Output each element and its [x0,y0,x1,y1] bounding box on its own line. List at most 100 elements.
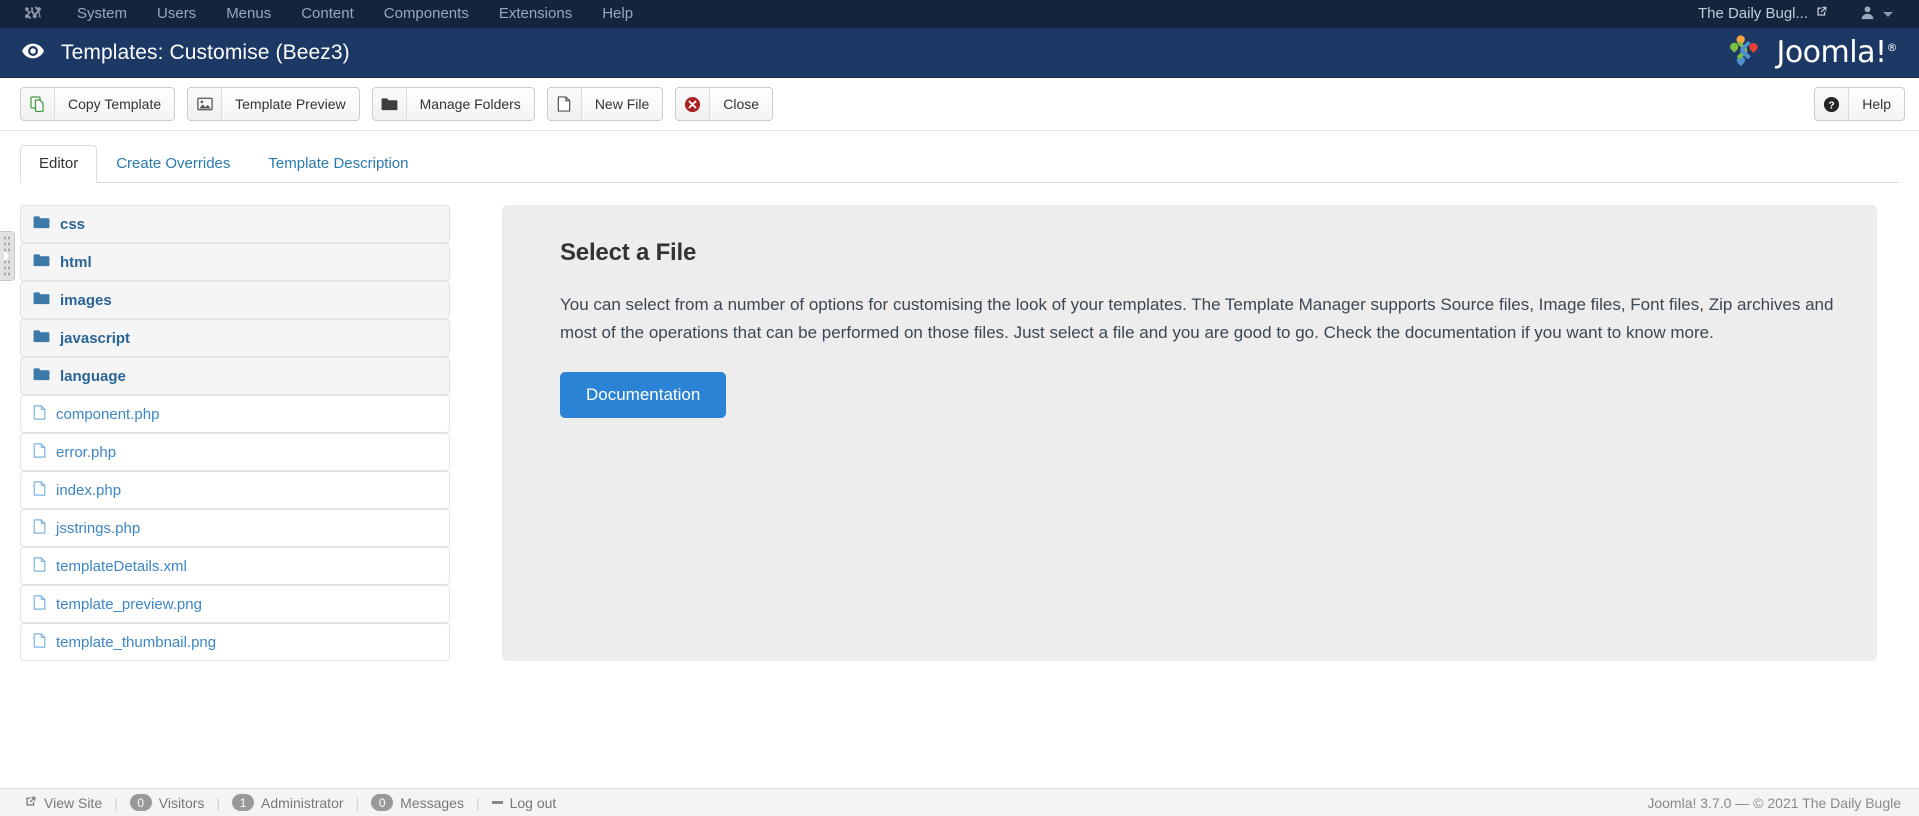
logout-button[interactable]: Log out [480,795,569,811]
admin-navbar: System Users Menus Content Components Ex… [0,0,1919,28]
joomla-brand-logo[interactable]: Joomla!® [1722,28,1905,77]
site-name-link[interactable]: The Daily Bugl... [1682,0,1844,28]
tree-file-label: error.php [56,443,117,461]
template-preview-label: Template Preview [235,96,346,112]
help-button[interactable]: ? Help [1814,87,1905,121]
page-title: Templates: Customise (Beez3) [22,41,350,65]
close-button[interactable]: Close [675,87,774,121]
image-icon [188,88,223,120]
nav-item-extensions[interactable]: Extensions [484,0,587,28]
tree-folder-label: css [60,215,86,233]
folder-open-icon [33,291,50,309]
file-icon [33,518,46,538]
file-icon [33,556,46,576]
panel-heading: Select a File [560,239,697,266]
file-icon [548,88,582,120]
tree-file-label: template_thumbnail.png [56,633,217,651]
tree-file-template-preview-png[interactable]: template_preview.png [20,585,450,623]
file-icon [33,404,46,424]
tree-file-error-php[interactable]: error.php [20,433,450,471]
sidebar-collapse-handle[interactable] [0,231,15,281]
messages-badge: 0 [371,794,394,811]
site-name-label: The Daily Bugl... [1697,5,1808,22]
tree-folder-label: images [60,291,112,309]
toolbar-group-close: Close [675,87,774,121]
toolbar-right-group: ? Help [1814,87,1905,121]
chevron-down-icon [1883,11,1893,17]
folder-icon [373,88,407,120]
copy-template-button[interactable]: Copy Template [20,87,176,121]
tree-folder-images[interactable]: images [20,281,450,319]
toolbar-group-folders: Manage Folders [371,87,535,121]
trademark-symbol: ® [1886,41,1898,54]
joomla-wordmark: Joomla!® [1776,35,1897,70]
visitors-status[interactable]: 0 Visitors [118,794,217,811]
tree-file-label: index.php [56,481,122,499]
tree-folder-html[interactable]: html [20,243,450,281]
close-circle-icon [676,88,711,120]
chevron-right-icon [3,251,10,261]
tab-template-description[interactable]: Template Description [249,145,427,183]
messages-label: Messages [400,794,464,811]
folder-open-icon [33,215,50,233]
administrator-status[interactable]: 1 Administrator [220,794,355,811]
tree-folder-label: javascript [60,329,131,347]
navbar-right: The Daily Bugl... [1682,0,1901,28]
close-label: Close [723,96,760,112]
tree-file-jsstrings-php[interactable]: jsstrings.php [20,509,450,547]
tree-folder-css[interactable]: css [20,205,450,243]
tree-folder-label: language [60,367,126,385]
main-content: css html images javascript language comp… [0,183,1919,661]
tab-list: Editor Create Overrides Template Descrip… [20,145,1899,183]
visitors-badge: 0 [129,794,152,811]
nav-item-components[interactable]: Components [369,0,484,28]
tree-file-label: component.php [56,405,160,423]
nav-item-content[interactable]: Content [286,0,369,28]
external-link-icon [24,795,37,811]
tab-editor[interactable]: Editor [20,145,98,183]
tree-file-component-php[interactable]: component.php [20,395,450,433]
tree-file-template-thumbnail-png[interactable]: template_thumbnail.png [20,623,450,661]
copy-icon [21,88,55,120]
documentation-button[interactable]: Documentation [560,372,727,419]
user-menu-button[interactable] [1844,5,1901,24]
nav-item-system[interactable]: System [62,0,142,28]
view-site-link[interactable]: View Site [12,795,114,811]
new-file-button[interactable]: New File [546,87,664,121]
logout-label: Log out [509,794,557,811]
folder-open-icon [33,253,50,271]
visitors-label: Visitors [158,794,205,811]
copyright-text: Joomla! 3.7.0 — © 2021 The Daily Bugle [1647,794,1901,811]
folder-open-icon [33,329,50,347]
tree-file-index-php[interactable]: index.php [20,471,450,509]
svg-text:?: ? [1829,100,1835,111]
external-link-icon [1815,0,1828,28]
status-left-group: View Site | 0 Visitors | 1 Administrator… [12,794,568,811]
nav-item-help[interactable]: Help [587,0,648,28]
toolbar: Copy Template Template Preview Manage Fo… [0,78,1919,131]
tree-folder-label: html [60,253,92,271]
tab-create-overrides[interactable]: Create Overrides [97,145,249,183]
file-tree: css html images javascript language comp… [20,205,450,661]
navbar-menu: System Users Menus Content Components Ex… [62,0,648,28]
nav-item-users[interactable]: Users [142,0,211,28]
administrator-label: Administrator [261,794,344,811]
help-circle-icon: ? [1815,88,1850,120]
joomla-logo-icon[interactable] [22,3,44,25]
copy-template-label: Copy Template [68,96,162,112]
messages-status[interactable]: 0 Messages [359,794,476,811]
panel-description: You can select from a number of options … [560,295,1834,342]
tree-folder-language[interactable]: language [20,357,450,395]
tree-folder-javascript[interactable]: javascript [20,319,450,357]
manage-folders-label: Manage Folders [419,96,521,112]
toolbar-group-copy: Copy Template [20,87,176,121]
manage-folders-button[interactable]: Manage Folders [371,87,535,121]
folder-open-icon [33,367,50,385]
file-icon [33,480,46,500]
nav-item-menus[interactable]: Menus [211,0,286,28]
template-preview-button[interactable]: Template Preview [187,87,360,121]
file-icon [33,594,46,614]
tree-file-templatedetails-xml[interactable]: templateDetails.xml [20,547,450,585]
view-site-label: View Site [44,794,103,811]
toolbar-group-preview: Template Preview [187,87,360,121]
